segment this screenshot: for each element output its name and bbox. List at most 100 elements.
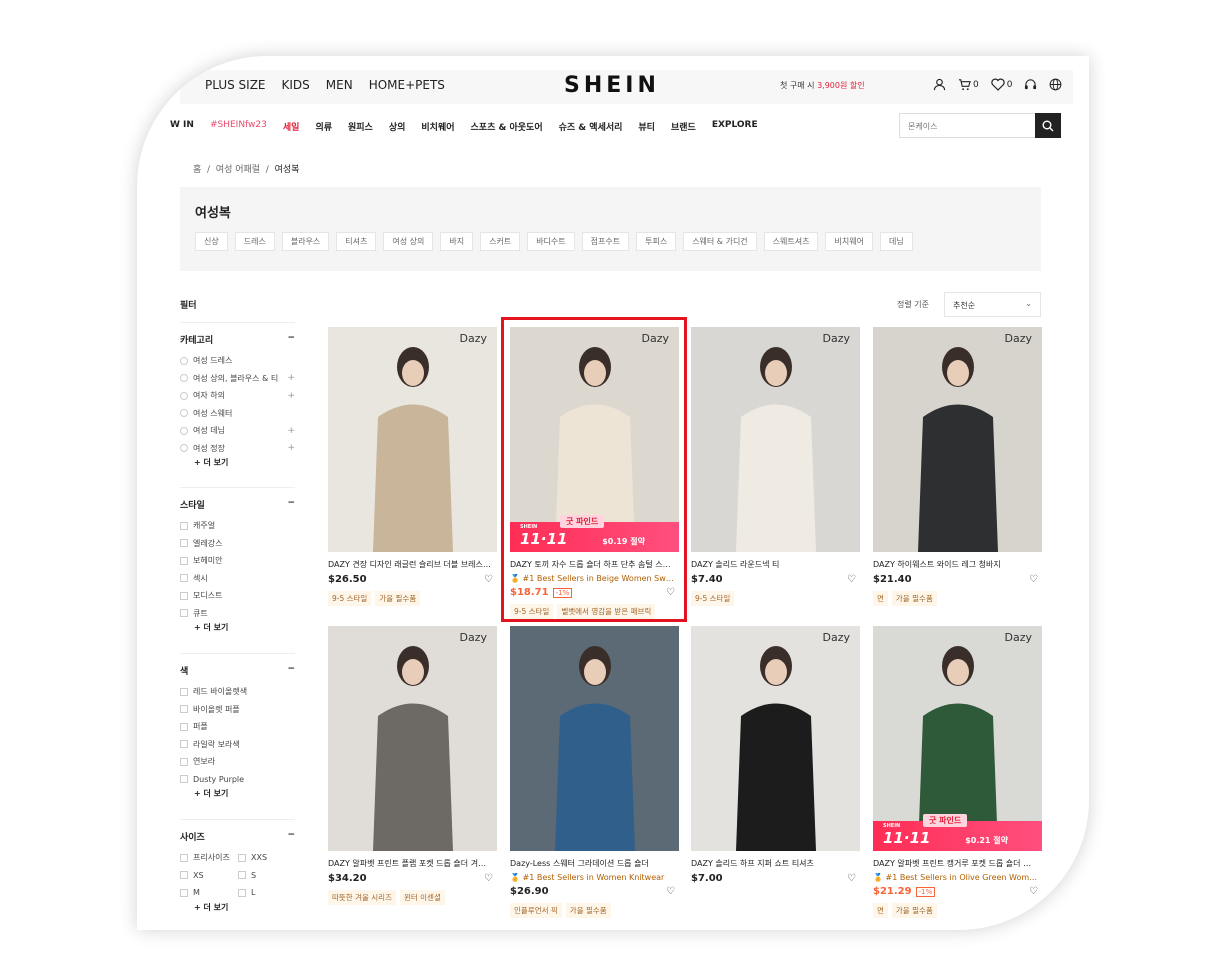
product-image[interactable] <box>510 626 679 851</box>
product-title[interactable]: DAZY 솔리드 하프 지퍼 쇼트 티셔츠 <box>691 858 856 869</box>
catnav-item[interactable]: 원피스 <box>348 120 373 133</box>
cart-icon[interactable]: 0 <box>958 78 979 91</box>
catnav-item[interactable]: 스포츠 & 아웃도어 <box>471 120 543 133</box>
checkbox[interactable] <box>180 757 188 766</box>
filter-section-header[interactable]: 카테고리 − <box>180 322 295 346</box>
catnav-item[interactable]: 뷰티 <box>638 120 655 133</box>
filter-section-header[interactable]: 사이즈 − <box>180 819 295 843</box>
catnav-item[interactable]: 상의 <box>389 120 406 133</box>
catnav-item[interactable]: 슈즈 & 액세서리 <box>559 120 623 133</box>
product-image[interactable]: Dazy <box>328 626 497 851</box>
collapse-icon[interactable]: − <box>287 333 295 346</box>
expand-plus-icon[interactable]: + <box>287 391 295 401</box>
breadcrumb-mid[interactable]: 여성 어패럴 <box>216 165 260 175</box>
radio-button[interactable] <box>180 374 188 383</box>
filter-option[interactable]: 프리사이즈 <box>180 849 238 867</box>
wishlist-heart-icon[interactable]: ♡ <box>847 574 856 585</box>
product-image[interactable]: Dazy <box>328 327 497 552</box>
filter-option[interactable]: Dusty Purple <box>180 771 295 789</box>
radio-button[interactable] <box>180 356 188 365</box>
wishlist-heart-icon[interactable]: ♡ <box>484 873 493 884</box>
product-card[interactable]: Dazy DAZY 솔리드 라운드넥 티 $7.40 ♡ 9-5 스타일 <box>691 327 860 606</box>
category-chip[interactable]: 바지 <box>440 232 474 251</box>
filter-option[interactable]: 여성 드레스 <box>180 352 295 370</box>
product-image[interactable]: Dazy <box>691 327 860 552</box>
catnav-item[interactable]: #SHEINfw23 <box>210 120 267 133</box>
filter-option[interactable]: 바이올렛 퍼플 <box>180 701 295 719</box>
filter-option[interactable]: 보헤미안 <box>180 552 295 570</box>
filter-option[interactable]: XXS <box>238 849 296 867</box>
sort-select[interactable]: 추천순 ⌄ <box>944 292 1041 317</box>
category-chip[interactable]: 스커트 <box>480 232 521 251</box>
collapse-icon[interactable]: − <box>287 830 295 843</box>
user-icon[interactable] <box>933 78 946 91</box>
catnav-item[interactable]: W IN <box>170 120 194 133</box>
checkbox[interactable] <box>180 521 188 530</box>
filter-option[interactable]: 모디스트 <box>180 587 295 605</box>
shein-logo[interactable]: SHEIN <box>564 73 660 98</box>
breadcrumb-home[interactable]: 홈 <box>193 165 201 175</box>
filter-option[interactable]: XS <box>180 867 238 885</box>
filter-section-header[interactable]: 스타일 − <box>180 487 295 511</box>
filter-option[interactable]: 여성 데님 + <box>180 422 295 440</box>
product-card[interactable]: Dazy DAZY 알파벳 프린트 플랩 포켓 드롭 숄더 겨울 코트 $34.20… <box>328 626 497 905</box>
expand-plus-icon[interactable]: + <box>287 373 295 383</box>
product-title[interactable]: DAZY 알파벳 프린트 캥거루 포켓 드롭 숄더 스웨트 후드티 <box>873 858 1038 869</box>
checkbox[interactable] <box>180 556 188 565</box>
catnav-item[interactable]: 세일 <box>283 120 300 133</box>
category-chip[interactable]: 스웨트셔츠 <box>763 232 819 251</box>
checkbox[interactable] <box>180 722 188 731</box>
checkbox[interactable] <box>180 775 188 784</box>
checkbox[interactable] <box>238 888 246 897</box>
checkbox[interactable] <box>180 853 188 862</box>
product-card[interactable]: Dazy DAZY 견장 디자인 래글런 슬리브 더블 브레스트 트렌치코트 $26… <box>328 327 497 606</box>
catnav-item[interactable]: 브랜드 <box>671 120 696 133</box>
product-title[interactable]: DAZY 하이웨스트 와이드 레그 청바지 <box>873 559 1038 570</box>
globe-icon[interactable] <box>1049 78 1062 91</box>
nav-plus-size[interactable]: PLUS SIZE <box>205 78 266 92</box>
wishlist-heart-icon[interactable]: ♡ <box>1029 886 1038 897</box>
checkbox[interactable] <box>180 740 188 749</box>
nav-home-pets[interactable]: HOME+PETS <box>369 78 445 92</box>
wishlist-heart-icon[interactable]: ♡ <box>484 574 493 585</box>
product-title[interactable]: DAZY 알파벳 프린트 플랩 포켓 드롭 숄더 겨울 코트 <box>328 858 493 869</box>
category-chip[interactable]: 티셔츠 <box>336 232 377 251</box>
filter-option[interactable]: 여성 정장 + <box>180 440 295 458</box>
checkbox[interactable] <box>180 871 188 880</box>
filter-option[interactable]: 엘레강스 <box>180 535 295 553</box>
headset-icon[interactable] <box>1024 78 1037 91</box>
show-more-link[interactable]: + 더 보기 <box>180 788 295 799</box>
category-chip[interactable]: 여성 상의 <box>383 232 434 251</box>
product-card[interactable]: Dazy-Less 스웨터 그라데이션 드롭 숄더 🏅 #1 Best Selle… <box>510 626 679 918</box>
wishlist-icon[interactable]: 0 <box>991 78 1012 91</box>
bestseller-badge[interactable]: 🏅 #1 Best Sellers in Olive Green Women S… <box>873 873 1038 882</box>
filter-option[interactable]: 연보라 <box>180 753 295 771</box>
product-title[interactable]: DAZY 솔리드 라운드넥 티 <box>691 559 856 570</box>
checkbox[interactable] <box>180 574 188 583</box>
wishlist-heart-icon[interactable]: ♡ <box>1029 574 1038 585</box>
filter-option[interactable]: 캐주얼 <box>180 517 295 535</box>
filter-option[interactable]: 여성 스웨터 <box>180 405 295 423</box>
catnav-item[interactable]: 비치웨어 <box>421 120 454 133</box>
filter-option[interactable]: 라일락 보라색 <box>180 736 295 754</box>
category-chip[interactable]: 신상 <box>195 232 228 251</box>
product-title[interactable]: Dazy-Less 스웨터 그라데이션 드롭 숄더 <box>510 858 675 869</box>
search-input[interactable] <box>900 115 1030 138</box>
product-card[interactable]: Dazy SHEIN 11·11 굿 파인드 $0.21 절약 DAZY 알파벳 프린트 … <box>873 626 1042 918</box>
checkbox[interactable] <box>180 539 188 548</box>
show-more-link[interactable]: + 더 보기 <box>180 457 295 468</box>
product-card[interactable]: Dazy DAZY 솔리드 하프 지퍼 쇼트 티셔츠 $7.00 ♡ <box>691 626 860 884</box>
filter-option[interactable]: 섹시 <box>180 570 295 588</box>
product-card[interactable]: Dazy DAZY 하이웨스트 와이드 레그 청바지 $21.40 ♡ 면 가을 필수품 <box>873 327 1042 606</box>
filter-option[interactable]: L <box>238 884 296 902</box>
filter-option[interactable]: M <box>180 884 238 902</box>
filter-option[interactable]: S <box>238 867 296 885</box>
filter-option[interactable]: 큐트 <box>180 605 295 623</box>
filter-option[interactable]: 여자 하의 + <box>180 387 295 405</box>
checkbox[interactable] <box>180 888 188 897</box>
category-chip[interactable]: 블라우스 <box>281 232 330 251</box>
radio-button[interactable] <box>180 426 188 435</box>
catnav-item[interactable]: EXPLORE <box>712 120 758 133</box>
bestseller-badge[interactable]: 🏅 #1 Best Sellers in Women Knitwear <box>510 873 675 882</box>
checkbox[interactable] <box>180 687 188 696</box>
